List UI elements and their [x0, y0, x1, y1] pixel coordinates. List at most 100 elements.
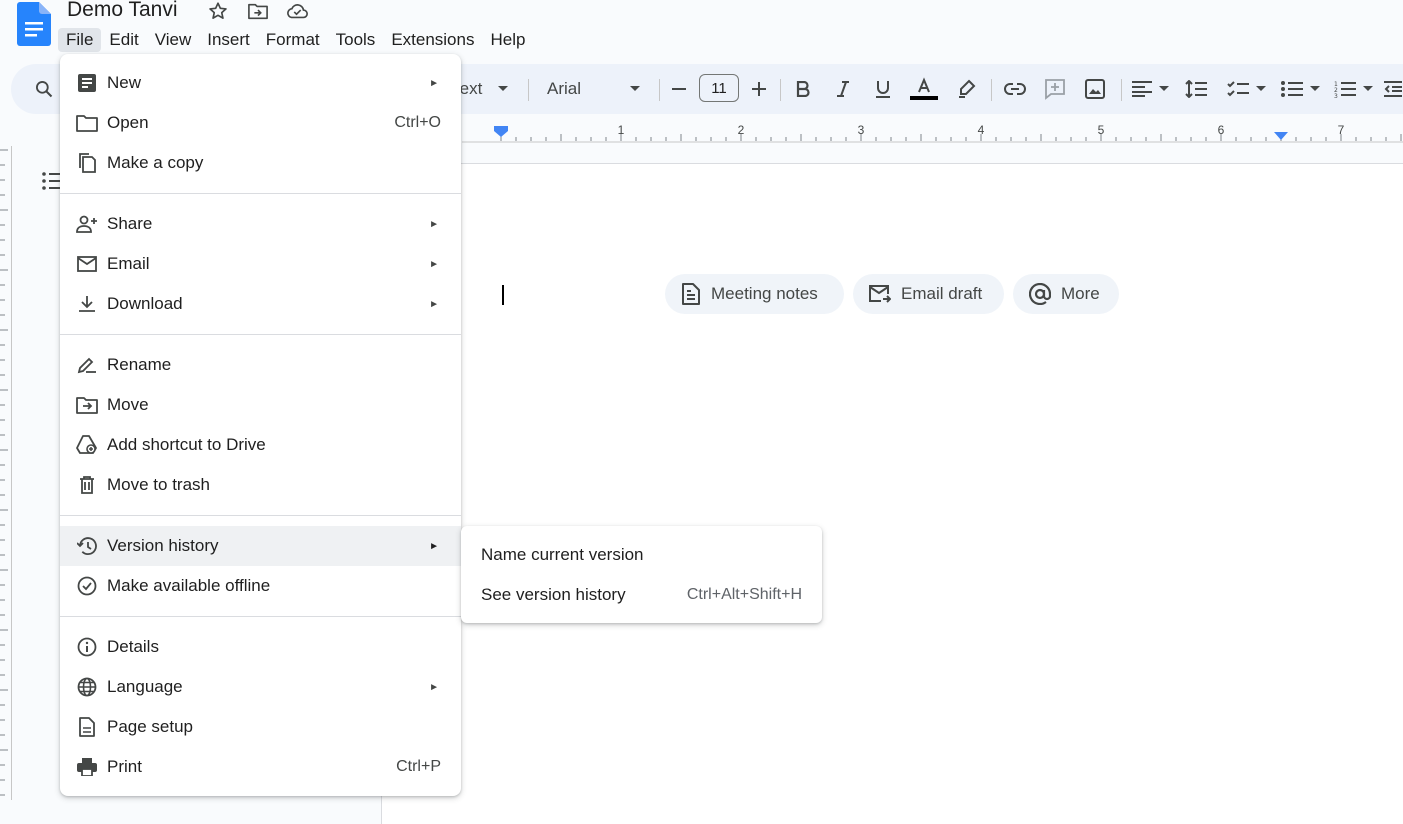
add-comment-icon[interactable]: [1042, 64, 1068, 114]
menu-item-open[interactable]: Open Ctrl+O: [60, 103, 461, 143]
chevron-down-icon[interactable]: [1361, 64, 1375, 114]
menu-item-language[interactable]: Language ►: [60, 667, 461, 707]
insert-image-icon[interactable]: [1082, 64, 1108, 114]
submenu-arrow-icon: ►: [429, 258, 439, 270]
chip-label: More: [1061, 284, 1100, 303]
submenu-item-see-version-history[interactable]: See version history Ctrl+Alt+Shift+H: [461, 575, 822, 615]
menu-insert[interactable]: Insert: [199, 28, 258, 52]
menu-file[interactable]: File: [58, 28, 102, 52]
new-doc-icon: [76, 72, 98, 94]
align-left-icon[interactable]: [1129, 64, 1155, 114]
info-icon: [76, 636, 98, 658]
menu-item-print[interactable]: Print Ctrl+P: [60, 747, 461, 787]
download-icon: [76, 293, 98, 315]
decrease-indent-icon[interactable]: [1383, 64, 1403, 114]
submenu-arrow-icon: ►: [429, 681, 439, 693]
search-menus-icon[interactable]: [31, 64, 57, 114]
menu-format[interactable]: Format: [258, 28, 328, 52]
ruler-tick-label: 2: [738, 123, 745, 137]
ruler-tick-label: 6: [1218, 123, 1225, 137]
menu-bar: File Edit View Insert Format Tools Exten…: [58, 28, 533, 52]
document-title[interactable]: Demo Tanvi: [67, 0, 178, 23]
menu-item-rename[interactable]: Rename: [60, 345, 461, 385]
menu-item-email[interactable]: Email ►: [60, 244, 461, 284]
bulleted-list-icon[interactable]: [1279, 64, 1305, 114]
cloud-saved-icon[interactable]: [285, 0, 309, 22]
shortcut-text: Ctrl+Alt+Shift+H: [686, 586, 802, 603]
move-folder-icon: [76, 394, 98, 416]
chip-label: Meeting notes: [711, 284, 818, 303]
mail-icon: [76, 253, 98, 275]
document-icon: [681, 283, 701, 305]
vertical-ruler[interactable]: [0, 146, 12, 800]
menu-edit[interactable]: Edit: [101, 28, 146, 52]
chevron-down-icon[interactable]: [1308, 64, 1322, 114]
submenu-arrow-icon: ►: [429, 77, 439, 89]
chip-meeting-notes[interactable]: Meeting notes: [665, 274, 844, 314]
offline-check-icon: [76, 575, 98, 597]
menu-extensions[interactable]: Extensions: [383, 28, 482, 52]
numbered-list-icon[interactable]: 123: [1332, 64, 1358, 114]
underline-icon[interactable]: [871, 64, 895, 114]
docs-logo-icon[interactable]: [17, 2, 51, 46]
file-menu: New ► Open Ctrl+O Make a copy Share ► Em…: [60, 54, 461, 796]
submenu-arrow-icon: ►: [429, 218, 439, 230]
increase-font-size-icon[interactable]: [749, 64, 769, 114]
trash-icon: [76, 474, 98, 496]
menu-item-download[interactable]: Download ►: [60, 284, 461, 324]
menu-item-share[interactable]: Share ►: [60, 204, 461, 244]
ruler-tick-label: 3: [858, 123, 865, 137]
ruler-tick-label: 4: [978, 123, 985, 137]
menu-item-details[interactable]: Details: [60, 627, 461, 667]
chevron-down-icon[interactable]: [1254, 64, 1268, 114]
chip-email-draft[interactable]: Email draft: [853, 274, 1004, 314]
chevron-down-icon[interactable]: [627, 64, 643, 114]
text-color-icon[interactable]: [909, 64, 939, 114]
highlight-color-icon[interactable]: [954, 64, 978, 114]
document-outline-icon[interactable]: [42, 172, 62, 190]
drive-shortcut-icon: [76, 434, 98, 456]
menu-item-move[interactable]: Move: [60, 385, 461, 425]
paragraph-style-dropdown[interactable]: ext: [459, 64, 483, 114]
menu-item-make-a-copy[interactable]: Make a copy: [60, 143, 461, 183]
version-history-submenu: Name current version See version history…: [461, 526, 822, 623]
chevron-down-icon[interactable]: [1157, 64, 1171, 114]
font-dropdown[interactable]: Arial: [547, 64, 587, 114]
folder-icon: [76, 112, 98, 134]
at-sign-icon: [1029, 283, 1051, 305]
history-icon: [76, 535, 98, 557]
menu-item-move-to-trash[interactable]: Move to trash: [60, 465, 461, 505]
font-size-input[interactable]: 11: [699, 74, 739, 102]
chip-label: Email draft: [901, 284, 983, 303]
ruler-tick-label: 1: [618, 123, 625, 137]
document-page[interactable]: [381, 163, 1403, 824]
menu-item-add-shortcut[interactable]: Add shortcut to Drive: [60, 425, 461, 465]
menu-item-new[interactable]: New ►: [60, 63, 461, 103]
chip-more[interactable]: More: [1013, 274, 1119, 314]
submenu-item-name-current-version[interactable]: Name current version: [461, 535, 822, 575]
star-icon[interactable]: [206, 0, 230, 22]
svg-text:3: 3: [1334, 93, 1338, 98]
menu-view[interactable]: View: [147, 28, 200, 52]
menu-help[interactable]: Help: [482, 28, 533, 52]
bold-icon[interactable]: [791, 64, 815, 114]
menu-item-page-setup[interactable]: Page setup: [60, 707, 461, 747]
decrease-font-size-icon[interactable]: [669, 64, 689, 114]
text-cursor: [502, 285, 504, 305]
italic-icon[interactable]: [831, 64, 855, 114]
person-add-icon: [76, 213, 98, 235]
horizontal-ruler[interactable]: 1 2 3 4 5 6 7: [462, 118, 1403, 146]
copy-icon: [76, 152, 98, 174]
ruler-tick-label: 7: [1338, 123, 1345, 137]
checklist-icon[interactable]: [1225, 64, 1251, 114]
rename-icon: [76, 354, 98, 376]
shortcut-text: Ctrl+O: [394, 114, 441, 131]
menu-item-version-history[interactable]: Version history ►: [60, 526, 461, 566]
submenu-arrow-icon: ►: [429, 298, 439, 310]
move-folder-icon[interactable]: [246, 0, 270, 22]
menu-item-make-available-offline[interactable]: Make available offline: [60, 566, 461, 606]
chevron-down-icon[interactable]: [495, 64, 511, 114]
menu-tools[interactable]: Tools: [328, 28, 384, 52]
insert-link-icon[interactable]: [1002, 64, 1028, 114]
line-spacing-icon[interactable]: [1183, 64, 1209, 114]
